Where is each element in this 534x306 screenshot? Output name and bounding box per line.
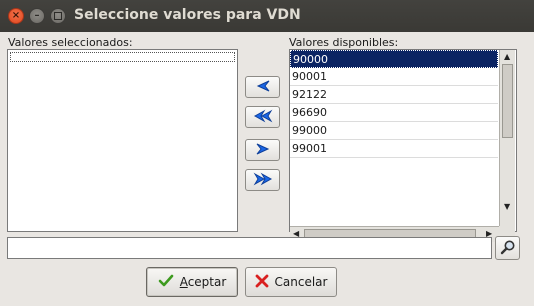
right-arrow-icon: [254, 142, 272, 159]
selected-values-label: Valores seleccionados:: [8, 36, 133, 49]
available-values-label: Valores disponibles:: [289, 36, 399, 49]
double-right-arrow-icon: [253, 172, 273, 189]
search-icon: [500, 239, 516, 258]
move-all-left-button[interactable]: [245, 106, 280, 128]
vertical-scroll-thumb[interactable]: [502, 64, 513, 138]
left-arrow-icon: [254, 79, 272, 96]
list-item[interactable]: 92122: [290, 86, 498, 104]
focus-row: [10, 52, 235, 62]
move-left-button[interactable]: [245, 76, 280, 98]
maximize-window-button[interactable]: [50, 8, 66, 24]
list-item[interactable]: 90001: [290, 68, 498, 86]
vertical-scrollbar[interactable]: ▲ ▼: [499, 50, 515, 226]
minimize-window-button[interactable]: –: [29, 8, 45, 24]
search-button[interactable]: [495, 236, 520, 260]
cancel-label: Cancelar: [274, 275, 328, 289]
list-item[interactable]: 99001: [290, 140, 498, 158]
close-icon: ×: [11, 10, 21, 21]
search-input[interactable]: [7, 237, 492, 259]
list-item[interactable]: 90000: [290, 50, 498, 68]
cancel-button[interactable]: Cancelar: [245, 267, 337, 297]
accept-label: Aceptar: [179, 275, 227, 289]
accept-button[interactable]: Aceptar: [146, 267, 238, 297]
scroll-up-icon[interactable]: ▲: [504, 53, 510, 61]
selected-values-list[interactable]: [7, 49, 238, 232]
move-right-button[interactable]: [245, 139, 280, 161]
maximize-icon: [54, 12, 62, 20]
scroll-down-icon[interactable]: ▼: [504, 203, 510, 211]
minimize-icon: –: [34, 10, 40, 21]
checkmark-icon: [158, 274, 174, 291]
close-window-button[interactable]: ×: [8, 8, 24, 24]
list-item[interactable]: 99000: [290, 122, 498, 140]
list-item[interactable]: 96690: [290, 104, 498, 122]
move-all-right-button[interactable]: [245, 169, 280, 191]
double-left-arrow-icon: [253, 109, 273, 126]
available-values-list[interactable]: 90000 90001 92122 96690 99000 99001 ▲ ▼ ◀ ▶: [289, 49, 517, 242]
cancel-x-icon: [255, 274, 269, 291]
window-title: Seleccione valores para VDN: [74, 7, 301, 23]
title-bar: × – Seleccione valores para VDN: [0, 0, 534, 32]
